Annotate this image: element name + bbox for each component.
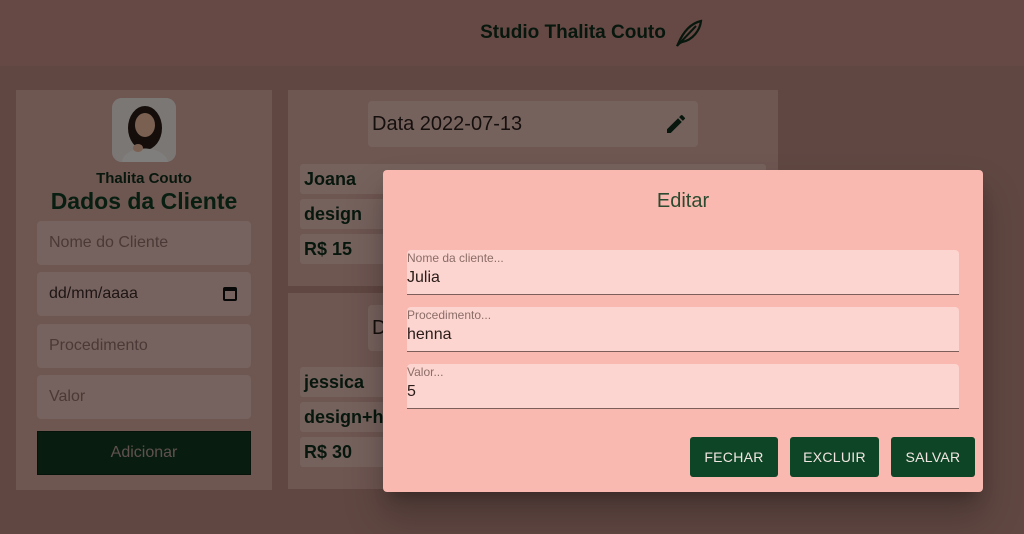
field-label: Procedimento... xyxy=(407,308,492,322)
procedure-field[interactable]: Procedimento... henna xyxy=(407,307,959,352)
field-value: 5 xyxy=(407,383,416,400)
client-name-field[interactable]: Nome da cliente... Julia xyxy=(407,250,959,295)
field-value: Julia xyxy=(407,269,440,286)
field-value: henna xyxy=(407,326,452,343)
delete-button[interactable]: EXCLUIR xyxy=(790,437,879,477)
edit-dialog: Editar Nome da cliente... Julia Procedim… xyxy=(383,170,983,492)
save-button[interactable]: SALVAR xyxy=(891,437,975,477)
dialog-title: Editar xyxy=(656,190,710,212)
field-label: Nome da cliente... xyxy=(407,251,504,265)
field-label: Valor... xyxy=(407,365,444,379)
close-button[interactable]: FECHAR xyxy=(690,437,778,477)
value-field[interactable]: Valor... 5 xyxy=(407,364,959,409)
